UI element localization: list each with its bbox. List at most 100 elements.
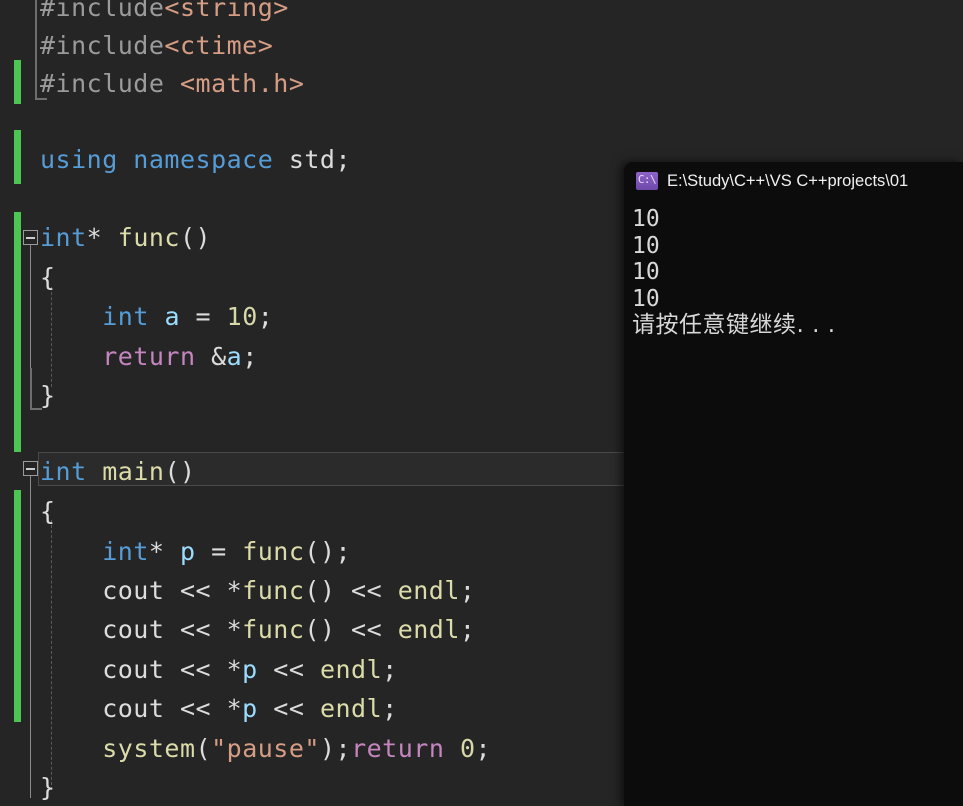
code-token: #include <box>40 0 165 22</box>
code-token: ; <box>382 655 398 684</box>
code-token: ; <box>459 615 476 644</box>
code-token: func <box>117 223 180 252</box>
console-title: E:\Study\C++\VS C++projects\01 <box>667 171 909 190</box>
code-token: system <box>102 734 196 763</box>
code-token: int <box>102 302 149 331</box>
code-token: = <box>180 302 227 331</box>
console-app-icon-glyph: C:\ <box>637 173 657 186</box>
code-token: 0 <box>459 734 476 763</box>
console-titlebar[interactable]: C:\ E:\Study\C++\VS C++projects\01 <box>624 162 963 200</box>
code-token: cout << * <box>40 655 243 684</box>
code-line[interactable]: int* func() <box>40 218 211 258</box>
code-token: endl <box>397 576 460 605</box>
code-token: & <box>195 342 227 371</box>
code-line[interactable]: cout << *func() << endl; <box>40 610 475 650</box>
code-token: int <box>40 457 87 486</box>
code-token: endl <box>319 694 383 723</box>
main-collapse-icon[interactable] <box>23 461 38 476</box>
change-marker <box>14 490 21 722</box>
code-token: <ctime> <box>164 31 274 60</box>
func-collapse-icon[interactable] <box>23 230 38 245</box>
code-token: << <box>257 694 320 723</box>
code-token: cout << * <box>40 694 243 723</box>
code-token: } <box>40 773 56 802</box>
code-token: ); <box>319 734 352 763</box>
code-token: ; <box>475 734 492 763</box>
code-token: ; <box>382 694 398 723</box>
code-token: () << <box>304 615 398 644</box>
code-token: ; <box>459 576 476 605</box>
code-token: { <box>40 263 56 292</box>
code-token: p <box>242 694 258 723</box>
code-token: <math.h> <box>179 69 305 98</box>
code-token: endl <box>397 615 460 644</box>
code-token: { <box>40 497 56 526</box>
code-line[interactable]: system("pause");return 0; <box>40 729 491 769</box>
console-output-line: 10 <box>632 259 660 285</box>
code-token: std; <box>288 145 352 174</box>
code-line[interactable]: return &a; <box>40 337 258 377</box>
code-token: using namespace <box>40 145 289 174</box>
code-token: endl <box>319 655 383 684</box>
code-token: func <box>242 537 305 566</box>
code-token: cout << * <box>40 576 243 605</box>
change-marker <box>14 60 21 104</box>
code-line[interactable]: cout << *func() << endl; <box>40 571 475 611</box>
console-output-line: 10 <box>632 206 660 232</box>
code-token: ; <box>257 302 274 331</box>
code-line[interactable]: #include<string> <box>40 0 289 28</box>
code-line[interactable]: int* p = func(); <box>40 532 351 572</box>
code-token: p <box>242 655 258 684</box>
code-token: (); <box>304 537 352 566</box>
code-token: () <box>164 457 196 486</box>
code-line[interactable]: } <box>40 768 56 806</box>
code-token: int <box>102 537 149 566</box>
console-output-area[interactable]: 10 10 10 10 请按任意键继续. . . <box>624 200 963 806</box>
console-window[interactable]: C:\ E:\Study\C++\VS C++projects\01 10 10 1… <box>624 162 963 806</box>
code-token: int <box>40 223 87 252</box>
code-token: = <box>195 537 243 566</box>
code-line[interactable]: #include<ctime> <box>40 26 273 66</box>
code-token: () << <box>304 576 398 605</box>
code-token: * <box>86 223 118 252</box>
code-token: "pause" <box>211 734 320 763</box>
code-line[interactable]: cout << *p << endl; <box>40 650 398 690</box>
console-output-line: 10 <box>632 285 660 312</box>
code-line[interactable]: { <box>40 258 56 298</box>
change-marker <box>14 130 21 184</box>
code-token: <string> <box>164 0 289 22</box>
code-token: * <box>148 537 180 566</box>
code-line[interactable]: } <box>40 376 56 416</box>
code-token: ( <box>195 734 212 763</box>
code-token: #include <box>40 31 165 60</box>
code-token: func <box>242 615 305 644</box>
code-token: func <box>242 576 305 605</box>
code-token: ; <box>242 342 258 371</box>
code-token: return <box>351 734 445 763</box>
code-token: a <box>164 302 180 331</box>
code-token: p <box>179 537 196 566</box>
code-token: 10 <box>226 302 258 331</box>
code-token: return <box>102 342 196 371</box>
code-token: #include <box>40 69 180 98</box>
code-token: main <box>102 457 165 486</box>
console-app-icon: C:\ <box>636 172 658 190</box>
code-line[interactable]: int main() <box>40 452 196 492</box>
code-line[interactable]: cout << *p << endl; <box>40 689 398 729</box>
main-fold-stem <box>30 476 31 798</box>
console-output-line: 10 <box>632 232 660 259</box>
code-line[interactable]: { <box>40 492 56 532</box>
code-line[interactable]: int a = 10; <box>40 297 273 337</box>
code-line[interactable]: #include <math.h> <box>40 64 304 104</box>
code-token: } <box>40 381 56 410</box>
code-token: () <box>179 223 212 252</box>
code-line[interactable]: using namespace std; <box>40 140 351 180</box>
code-token: cout << * <box>40 615 243 644</box>
